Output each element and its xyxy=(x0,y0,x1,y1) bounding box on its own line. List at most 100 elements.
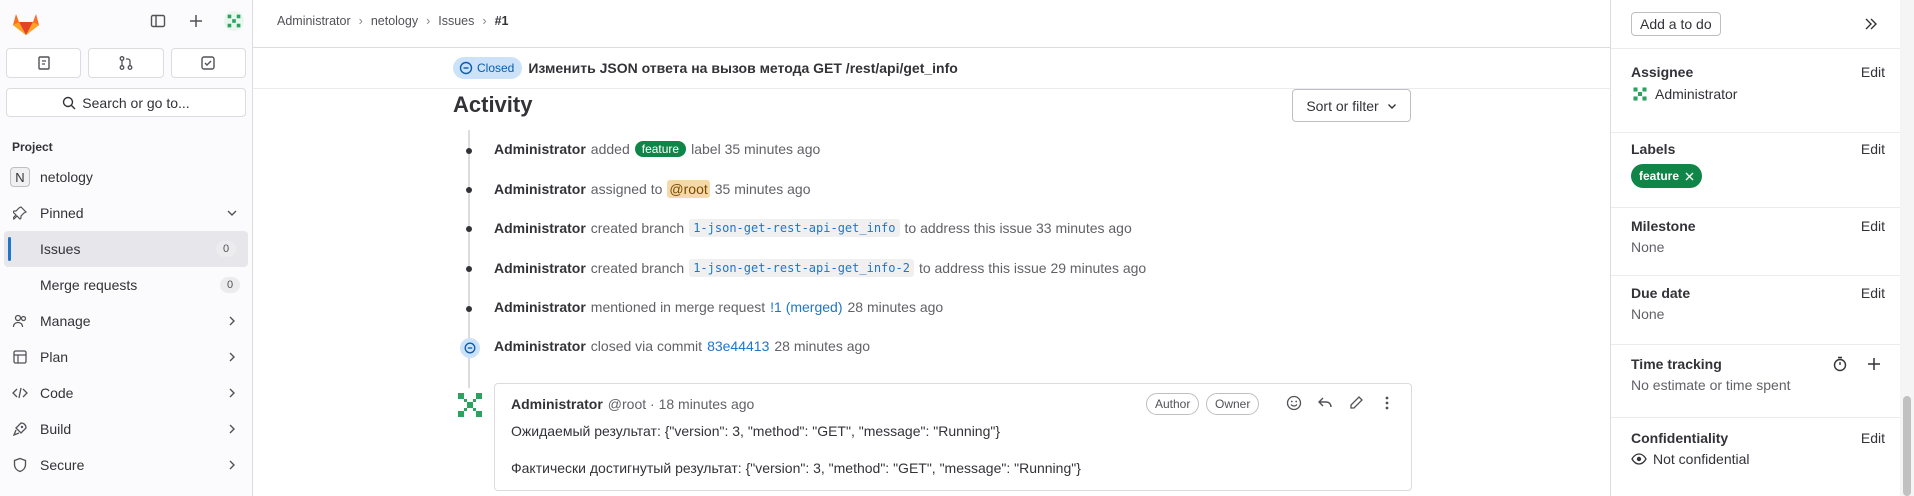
scrollbar-thumb[interactable] xyxy=(1903,396,1911,496)
sidebar-item-pinned[interactable]: Pinned xyxy=(0,195,252,231)
add-time-plus-icon[interactable] xyxy=(1867,357,1881,371)
closed-event-icon xyxy=(460,338,480,358)
activity-event-label-added: Administrator added feature label 35 min… xyxy=(494,141,820,157)
rocket-icon xyxy=(12,421,28,437)
user-mention[interactable]: @root xyxy=(667,180,710,198)
right-scrollbar[interactable] xyxy=(1900,0,1914,496)
sort-filter-label: Sort or filter xyxy=(1306,97,1379,114)
sidebar-divider xyxy=(1611,417,1914,418)
sort-filter-dropdown[interactable]: Sort or filter xyxy=(1292,89,1411,122)
comment-avatar[interactable] xyxy=(453,388,487,422)
right-sidebar: Add a to do Assignee Edit Administrator … xyxy=(1610,0,1914,496)
todo-list-button[interactable] xyxy=(170,48,246,78)
chevron-right-icon xyxy=(229,460,235,470)
breadcrumb-separator: › xyxy=(426,14,431,28)
smile-icon[interactable] xyxy=(1286,395,1302,411)
sidebar-item-project[interactable]: N netology xyxy=(0,159,252,195)
code-label: Code xyxy=(40,385,74,401)
branch-link[interactable]: 1-json-get-rest-api-get_info-2 xyxy=(689,259,914,277)
activity-heading: Activity xyxy=(453,92,533,117)
event-text: to address this issue 33 minutes ago xyxy=(904,220,1132,236)
search-button[interactable]: Search or go to... xyxy=(6,88,246,117)
sidebar-divider xyxy=(1611,344,1914,345)
owner-badge: Owner xyxy=(1206,393,1260,415)
event-text: 28 minutes ago xyxy=(847,299,944,315)
confidentiality-text: Not confidential xyxy=(1653,451,1750,467)
sidebar-item-manage[interactable]: Manage xyxy=(0,303,252,339)
issue-sticky-header: Closed Изменить JSON ответа на вызов мет… xyxy=(453,57,958,79)
sidebar-item-plan[interactable]: Plan xyxy=(0,339,252,375)
add-todo-button[interactable]: Add a to do xyxy=(1631,12,1721,36)
thumbtack-icon xyxy=(12,205,28,221)
gitlab-logo-icon[interactable] xyxy=(12,10,40,36)
milestone-value: None xyxy=(1631,239,1665,255)
sidebar-divider xyxy=(1611,48,1914,49)
feature-label-chip[interactable]: feature xyxy=(1631,164,1703,188)
search-icon xyxy=(63,96,76,109)
shield-icon xyxy=(12,457,28,473)
edit-confidentiality-button[interactable]: Edit xyxy=(1861,430,1885,446)
feature-label-badge[interactable]: feature xyxy=(634,141,687,157)
reply-icon[interactable] xyxy=(1317,395,1333,411)
timeline-dot xyxy=(466,266,472,272)
chevron-right-icon xyxy=(229,424,235,434)
activity-event-branch-1: Administrator created branch 1-json-get-… xyxy=(494,219,1132,237)
more-actions-icon[interactable] xyxy=(1379,395,1395,411)
branch-link[interactable]: 1-json-get-rest-api-get_info xyxy=(689,219,900,237)
event-user[interactable]: Administrator xyxy=(494,220,586,236)
event-text: mentioned in merge request xyxy=(590,299,766,315)
milestone-block: Milestone Edit None xyxy=(1631,218,1885,255)
edit-due-date-button[interactable]: Edit xyxy=(1861,285,1885,301)
assigned-issues-button[interactable] xyxy=(6,48,82,78)
comment-author[interactable]: Administrator xyxy=(511,396,603,412)
collapse-sidebar-icon[interactable] xyxy=(1863,16,1879,32)
breadcrumb-issue-number[interactable]: #1 xyxy=(495,14,509,28)
user-avatar[interactable] xyxy=(224,11,244,31)
activity-event-closed: Administrator closed via commit 83e44413… xyxy=(494,338,870,354)
sidebar-item-merge-requests[interactable]: Merge requests 0 xyxy=(0,267,252,303)
event-text: 28 minutes ago xyxy=(774,338,871,354)
project-name: netology xyxy=(40,169,93,185)
breadcrumb-administrator[interactable]: Administrator xyxy=(277,14,351,28)
event-user[interactable]: Administrator xyxy=(494,260,586,276)
time-tracking-value: No estimate or time spent xyxy=(1631,377,1791,393)
chevron-down-icon xyxy=(227,210,237,216)
pencil-icon[interactable] xyxy=(1348,395,1364,411)
event-user[interactable]: Administrator xyxy=(494,299,586,315)
issues-label: Issues xyxy=(40,241,81,257)
event-user[interactable]: Administrator xyxy=(494,181,586,197)
breadcrumb-issues[interactable]: Issues xyxy=(438,14,474,28)
sidebar-item-issues[interactable]: Issues 0 xyxy=(4,231,248,267)
labels-block: Labels Edit feature xyxy=(1631,141,1885,188)
sidebar-item-secure[interactable]: Secure xyxy=(0,447,252,483)
event-user[interactable]: Administrator xyxy=(494,141,586,157)
edit-assignee-button[interactable]: Edit xyxy=(1861,64,1885,80)
toggle-sidebar-icon[interactable] xyxy=(148,11,168,31)
merge-request-link[interactable]: !1 (merged) xyxy=(770,299,842,315)
commit-link[interactable]: 83e44413 xyxy=(707,338,769,354)
edit-labels-button[interactable]: Edit xyxy=(1861,141,1885,157)
merge-requests-count-badge: 0 xyxy=(220,277,240,293)
sidebar-section-title: Project xyxy=(12,140,53,154)
breadcrumb: Administrator › netology › Issues › #1 xyxy=(277,14,508,28)
milestone-title: Milestone xyxy=(1631,218,1696,234)
due-date-block: Due date Edit None xyxy=(1631,285,1885,322)
project-avatar: N xyxy=(10,167,30,187)
new-plus-icon[interactable] xyxy=(186,11,206,31)
event-text: assigned to xyxy=(590,181,663,197)
edit-milestone-button[interactable]: Edit xyxy=(1861,218,1885,234)
secure-label: Secure xyxy=(40,457,85,473)
sidebar-item-build[interactable]: Build xyxy=(0,411,252,447)
breadcrumb-netology[interactable]: netology xyxy=(371,14,418,28)
assignee-value[interactable]: Administrator xyxy=(1631,85,1883,103)
merge-requests-button[interactable] xyxy=(88,48,164,78)
stopwatch-icon[interactable] xyxy=(1832,356,1848,372)
close-icon[interactable] xyxy=(1685,172,1694,181)
sidebar-item-code[interactable]: Code xyxy=(0,375,252,411)
breadcrumb-separator: › xyxy=(358,14,363,28)
merge-requests-label: Merge requests xyxy=(40,277,138,293)
app: Search or go to... Project N netology Pi… xyxy=(0,0,1914,496)
event-user[interactable]: Administrator xyxy=(494,338,586,354)
issue-title: Изменить JSON ответа на вызов метода GET… xyxy=(528,60,958,76)
plan-label: Plan xyxy=(40,349,69,365)
